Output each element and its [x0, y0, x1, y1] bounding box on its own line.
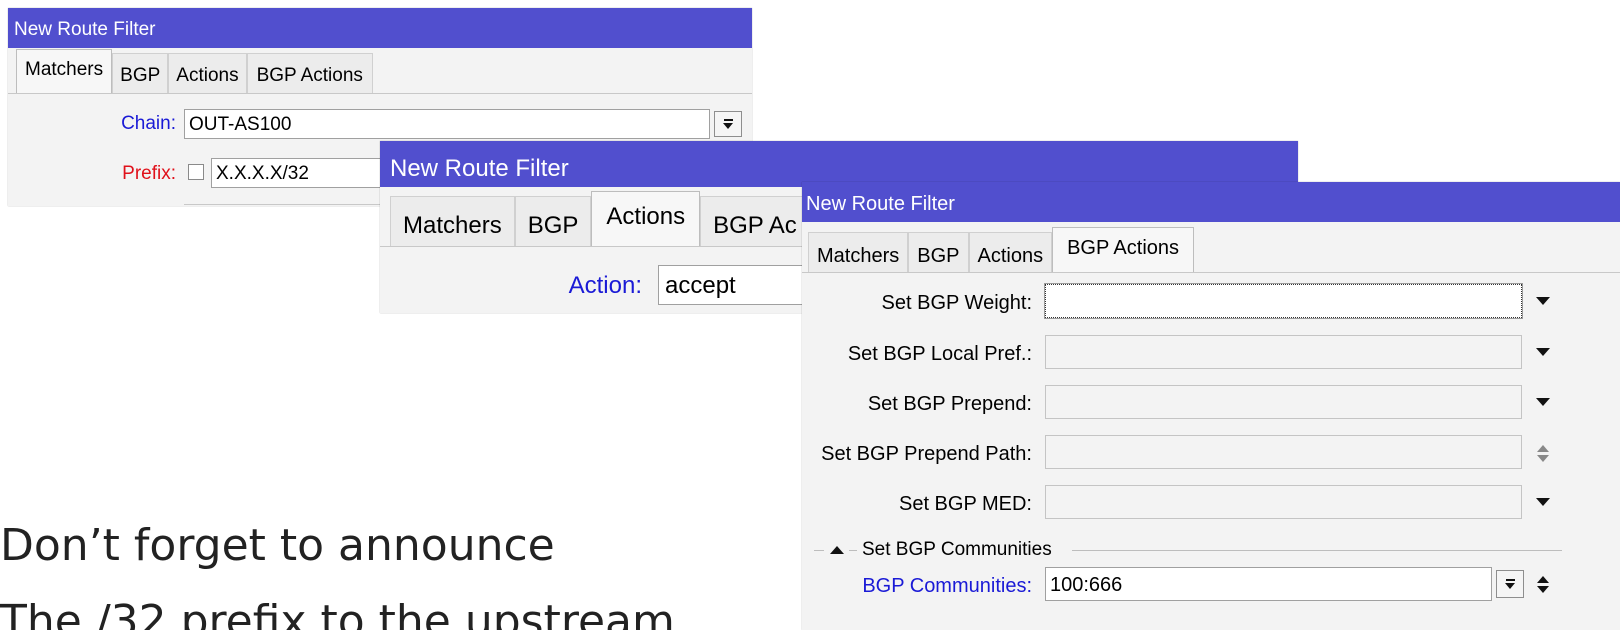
collapse-section-toggle[interactable]	[826, 540, 848, 560]
up-down-arrows-icon	[1537, 575, 1549, 593]
tab-matchers[interactable]: Matchers	[390, 196, 515, 246]
chain-dropdown-button[interactable]	[714, 111, 742, 137]
set-bgp-prepend-label: Set BGP Prepend:	[867, 393, 1032, 415]
bgp-communities-dropdown-button[interactable]	[1496, 570, 1524, 598]
set-bgp-prepend-field[interactable]	[1045, 385, 1522, 419]
chevron-down-icon	[1505, 579, 1515, 589]
bgp-communities-add-remove-stepper[interactable]	[1530, 568, 1556, 600]
tab-actions[interactable]: Actions	[168, 53, 247, 93]
tab-divider	[8, 93, 752, 94]
set-bgp-weight-field[interactable]	[1044, 283, 1523, 319]
bgp-communities-field[interactable]: 100:666	[1045, 567, 1492, 601]
collapse-triangle-icon	[830, 546, 844, 554]
communities-section-title: Set BGP Communities	[862, 539, 1052, 560]
set-bgp-local-pref-dropdown[interactable]	[1530, 340, 1556, 364]
slide-text-line-2-content: The /32 prefix to the upstream	[0, 596, 675, 630]
set-bgp-weight-dropdown[interactable]	[1530, 289, 1556, 313]
prefix-negate-checkbox[interactable]	[188, 164, 204, 180]
chain-field[interactable]: OUT-AS100	[184, 109, 710, 139]
set-bgp-med-label: Set BGP MED:	[898, 493, 1032, 515]
tab-bgp-actions[interactable]: BGP Ac	[700, 196, 810, 246]
slide-text-line-2: The /32 prefix to the upstream	[0, 592, 800, 630]
tab-matchers[interactable]: Matchers	[808, 232, 909, 272]
up-down-arrows-icon	[1537, 444, 1549, 462]
tab-actions[interactable]: Actions	[591, 191, 701, 246]
chevron-down-icon	[1536, 348, 1550, 356]
window-title: New Route Filter	[380, 141, 1298, 187]
tab-bgp-actions[interactable]: BGP Actions	[246, 53, 373, 93]
set-bgp-med-field[interactable]	[1045, 485, 1522, 519]
communities-section-line-mid	[849, 550, 857, 551]
set-bgp-prepend-path-field[interactable]	[1045, 435, 1522, 469]
tab-bgp[interactable]: BGP	[514, 196, 592, 246]
window-title: New Route Filter	[8, 8, 752, 48]
chain-label: Chain:	[121, 113, 176, 134]
action-label: Action:	[568, 272, 642, 299]
set-bgp-prepend-dropdown[interactable]	[1530, 390, 1556, 414]
chevron-down-icon	[1536, 498, 1550, 506]
tab-bgp[interactable]: BGP	[908, 232, 969, 272]
chevron-down-icon	[1536, 398, 1550, 406]
set-bgp-local-pref-field[interactable]	[1045, 335, 1522, 369]
route-filter-window-3: New Route Filter Matchers BGP Actions BG…	[802, 182, 1620, 630]
communities-section-line-right	[1072, 550, 1562, 551]
chevron-down-icon	[1536, 297, 1550, 305]
set-bgp-weight-label: Set BGP Weight:	[881, 292, 1032, 314]
tab-bgp[interactable]: BGP	[112, 53, 169, 93]
tab-bgp-actions[interactable]: BGP Actions	[1052, 227, 1195, 272]
set-bgp-prepend-path-label: Set BGP Prepend Path:	[821, 443, 1032, 465]
tab-divider	[802, 272, 1620, 273]
window-title: New Route Filter	[802, 182, 1620, 222]
slide-text-line-1: Don’t forget to announce	[0, 520, 555, 571]
set-bgp-prepend-path-stepper[interactable]	[1530, 438, 1556, 468]
set-bgp-local-pref-label: Set BGP Local Pref.:	[847, 343, 1032, 365]
prefix-label: Prefix:	[122, 163, 176, 184]
chevron-down-icon	[723, 119, 733, 129]
tab-matchers[interactable]: Matchers	[16, 49, 113, 93]
bgp-communities-label: BGP Communities:	[862, 575, 1032, 597]
tab-actions[interactable]: Actions	[968, 232, 1053, 272]
communities-section-line-left	[814, 550, 824, 551]
set-bgp-med-dropdown[interactable]	[1530, 490, 1556, 514]
